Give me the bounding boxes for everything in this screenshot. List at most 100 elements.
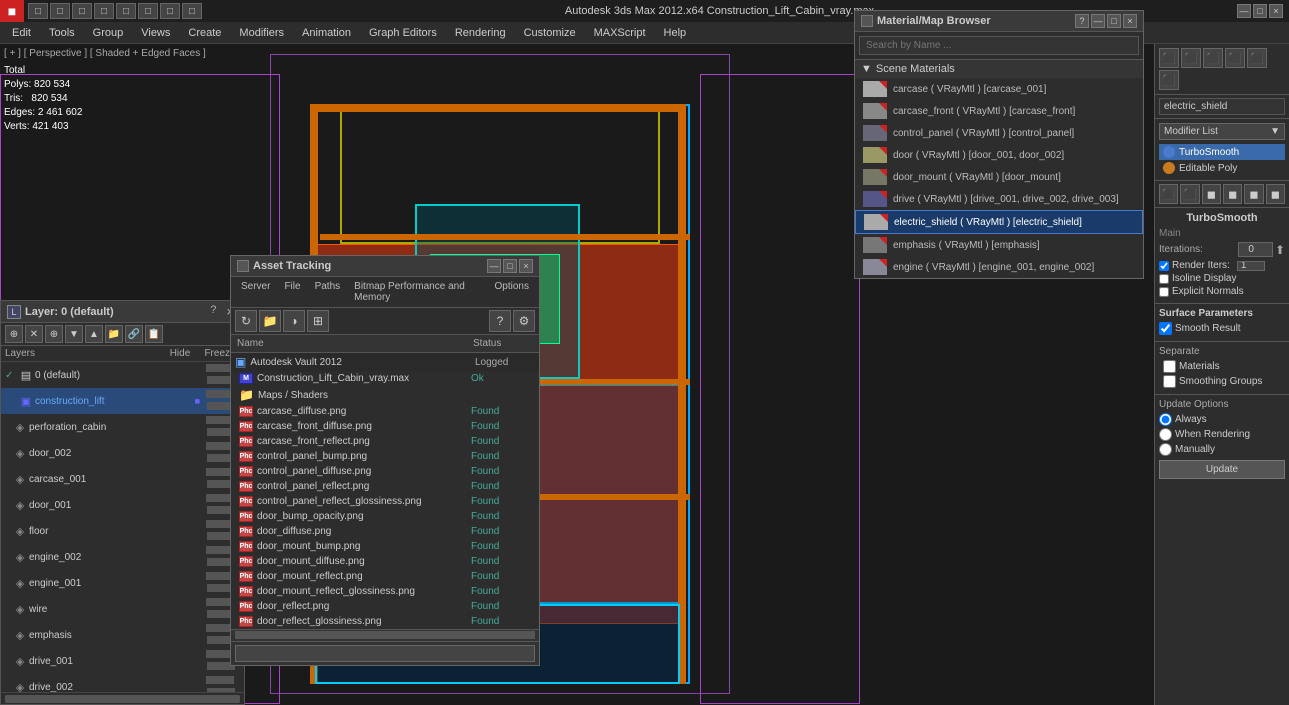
mat-item-carcase[interactable]: carcase ( VRayMtl ) [carcase_001]: [855, 78, 1143, 100]
mod-tool-4[interactable]: ◼: [1223, 184, 1242, 204]
layer-down-btn[interactable]: ▼: [65, 325, 83, 343]
menu-group[interactable]: Group: [85, 25, 132, 41]
mat-item-engine[interactable]: engine ( VRayMtl ) [engine_001, engine_0…: [855, 256, 1143, 278]
modifier-turbosmooth[interactable]: TurboSmooth: [1159, 144, 1285, 160]
top-icon-6[interactable]: □: [138, 3, 158, 19]
right-icon-4[interactable]: ⬛: [1225, 48, 1245, 68]
mat-item-door-mount[interactable]: door_mount ( VRayMtl ) [door_mount]: [855, 166, 1143, 188]
asset-path-input[interactable]: [235, 645, 535, 662]
ts-isoline-check[interactable]: [1159, 274, 1169, 284]
top-icon-4[interactable]: □: [94, 3, 114, 19]
layer-item-drive002[interactable]: ◈ drive_002: [9, 674, 244, 692]
app-close[interactable]: ×: [1269, 4, 1283, 18]
menu-modifiers[interactable]: Modifiers: [231, 25, 292, 41]
layer-item-door001[interactable]: ◈ door_001: [9, 492, 244, 518]
asset-item-door-reflect-gloss[interactable]: Phc door_reflect_glossiness.png Found: [231, 614, 539, 629]
asset-config-btn[interactable]: ⚙: [513, 310, 535, 332]
layer-add2-btn[interactable]: ⊕: [45, 325, 63, 343]
asset-item-maps-folder[interactable]: 📁 Maps / Shaders: [231, 386, 539, 404]
layer-del-btn[interactable]: ✕: [25, 325, 43, 343]
layer-item-wire[interactable]: ◈ wire: [9, 596, 244, 622]
mat-browser-expand[interactable]: □: [1107, 14, 1121, 28]
layer-clipboard-btn[interactable]: 📋: [145, 325, 163, 343]
layer-item-engine002[interactable]: ◈ engine_002: [9, 544, 244, 570]
asset-item-carcase-front-reflect[interactable]: Phc carcase_front_reflect.png Found: [231, 434, 539, 449]
menu-maxscript[interactable]: MAXScript: [586, 25, 654, 41]
asset-scrollbar-thumb[interactable]: [235, 631, 535, 639]
asset-item-door-bump[interactable]: Phc door_bump_opacity.png Found: [231, 509, 539, 524]
mat-browser-close[interactable]: ×: [1123, 14, 1137, 28]
asset-item-cp-reflect[interactable]: Phc control_panel_reflect.png Found: [231, 479, 539, 494]
asset-item-dm-reflect[interactable]: Phc door_mount_reflect.png Found: [231, 569, 539, 584]
layer-item-carcase001[interactable]: ◈ carcase_001: [9, 466, 244, 492]
asset-list[interactable]: ▣ Autodesk Vault 2012 Logged M Construct…: [231, 353, 539, 629]
asset-menu-server[interactable]: Server: [235, 279, 276, 305]
right-search-input[interactable]: [1159, 98, 1285, 115]
ts-iterations-input[interactable]: [1238, 242, 1273, 257]
sep-materials-check[interactable]: [1163, 360, 1176, 373]
asset-item-cp-reflect-gloss[interactable]: Phc control_panel_reflect_glossiness.png…: [231, 494, 539, 509]
smooth-result-check[interactable]: [1159, 322, 1172, 335]
top-icon-1[interactable]: □: [28, 3, 48, 19]
asset-item-maxfile[interactable]: M Construction_Lift_Cabin_vray.max Ok: [231, 371, 539, 386]
layer-item-emphasis[interactable]: ◈ emphasis: [9, 622, 244, 648]
top-icon-5[interactable]: □: [116, 3, 136, 19]
menu-create[interactable]: Create: [180, 25, 229, 41]
layers-scrollbar[interactable]: [1, 692, 244, 704]
ts-iterations-spinner[interactable]: ⬆: [1275, 243, 1285, 257]
asset-item-cp-bump[interactable]: Phc control_panel_bump.png Found: [231, 449, 539, 464]
asset-item-dm-bump[interactable]: Phc door_mount_bump.png Found: [231, 539, 539, 554]
mat-item-emphasis[interactable]: emphasis ( VRayMtl ) [emphasis]: [855, 234, 1143, 256]
mat-item-carcase-front[interactable]: carcase_front ( VRayMtl ) [carcase_front…: [855, 100, 1143, 122]
mat-browser-help[interactable]: ?: [1075, 14, 1089, 28]
mat-browser-minimize[interactable]: —: [1091, 14, 1105, 28]
menu-tools[interactable]: Tools: [41, 25, 83, 41]
asset-item-door-reflect[interactable]: Phc door_reflect.png Found: [231, 599, 539, 614]
mod-tool-5[interactable]: ◼: [1244, 184, 1263, 204]
layers-scrollbar-thumb[interactable]: [5, 695, 240, 703]
menu-views[interactable]: Views: [133, 25, 178, 41]
asset-vault-section[interactable]: ▣ Autodesk Vault 2012 Logged: [231, 353, 539, 371]
layer-item-floor[interactable]: ◈ floor: [9, 518, 244, 544]
update-rendering-radio[interactable]: [1159, 428, 1172, 441]
top-icon-7[interactable]: □: [160, 3, 180, 19]
update-manually-radio[interactable]: [1159, 443, 1172, 456]
asset-help-btn[interactable]: ?: [489, 310, 511, 332]
asset-item-cp-diffuse[interactable]: Phc control_panel_diffuse.png Found: [231, 464, 539, 479]
ts-explicit-check[interactable]: [1159, 287, 1169, 297]
asset-item-dm-reflect-gloss[interactable]: Phc door_mount_reflect_glossiness.png Fo…: [231, 584, 539, 599]
layer-up-btn[interactable]: ▲: [85, 325, 103, 343]
ts-render-iters-check[interactable]: [1159, 261, 1169, 271]
layer-link-btn[interactable]: 🔗: [125, 325, 143, 343]
sep-smoothing-check[interactable]: [1163, 375, 1176, 388]
menu-edit[interactable]: Edit: [4, 25, 39, 41]
asset-refresh-btn[interactable]: ↻: [235, 310, 257, 332]
asset-search-btn[interactable]: ◑: [283, 310, 305, 332]
right-icon-6[interactable]: ⬛: [1159, 70, 1179, 90]
layers-list[interactable]: ✓ ▤ 0 (default) ▣ construction_lift ■ ◈ …: [1, 362, 244, 692]
mod-tool-1[interactable]: ⬛: [1159, 184, 1178, 204]
right-icon-2[interactable]: ⬛: [1181, 48, 1201, 68]
asset-scrollbar[interactable]: [231, 629, 539, 641]
layer-item-perforation[interactable]: ◈ perforation_cabin: [9, 414, 244, 440]
mat-search-input[interactable]: [859, 36, 1139, 55]
top-icon-8[interactable]: □: [182, 3, 202, 19]
mat-item-door[interactable]: door ( VRayMtl ) [door_001, door_002]: [855, 144, 1143, 166]
mat-item-drive[interactable]: drive ( VRayMtl ) [drive_001, drive_002,…: [855, 188, 1143, 210]
menu-rendering[interactable]: Rendering: [447, 25, 514, 41]
layers-help-btn[interactable]: ?: [206, 304, 220, 319]
asset-minimize[interactable]: —: [487, 259, 501, 273]
asset-menu-file[interactable]: File: [278, 279, 306, 305]
mod-tool-3[interactable]: ◼: [1202, 184, 1221, 204]
app-minimize[interactable]: —: [1237, 4, 1251, 18]
top-icon-2[interactable]: □: [50, 3, 70, 19]
asset-folder-btn[interactable]: 📁: [259, 310, 281, 332]
menu-graph-editors[interactable]: Graph Editors: [361, 25, 445, 41]
asset-expand[interactable]: □: [503, 259, 517, 273]
top-icon-3[interactable]: □: [72, 3, 92, 19]
menu-animation[interactable]: Animation: [294, 25, 359, 41]
asset-menu-paths[interactable]: Paths: [309, 279, 347, 305]
asset-item-carcase-front-diffuse[interactable]: Phc carcase_front_diffuse.png Found: [231, 419, 539, 434]
update-always-radio[interactable]: [1159, 413, 1172, 426]
asset-close[interactable]: ×: [519, 259, 533, 273]
